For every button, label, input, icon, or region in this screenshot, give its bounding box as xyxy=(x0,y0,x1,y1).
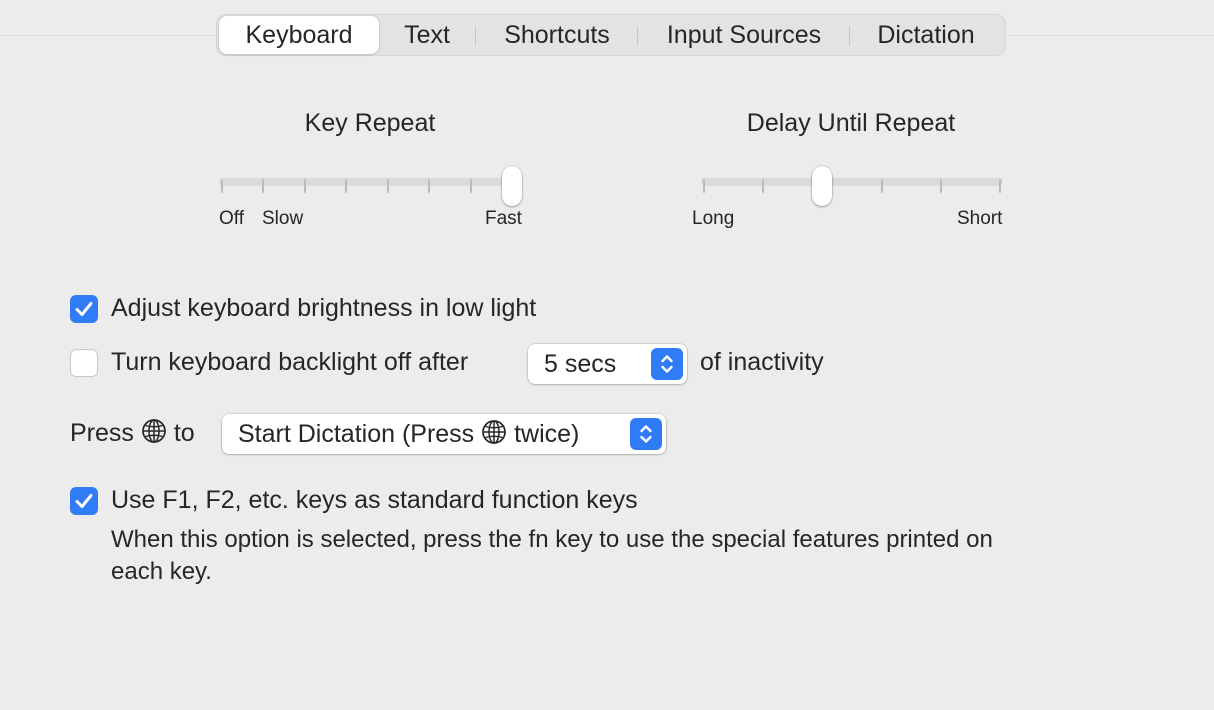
press-middle: to xyxy=(173,419,195,447)
backlight-timeout-popup[interactable]: 5 secs xyxy=(528,344,687,384)
globe-action-text-after: twice) xyxy=(514,420,580,448)
delay-until-repeat-tick xyxy=(939,179,942,193)
inactivity-suffix: of inactivity xyxy=(700,348,824,376)
tab-divider xyxy=(849,26,850,46)
tab-divider xyxy=(637,26,638,46)
function-keys-label[interactable]: Use F1, F2, etc. keys as standard functi… xyxy=(111,486,638,515)
delay-until-repeat-title: Delay Until Repeat xyxy=(746,109,956,137)
key-repeat-tick xyxy=(386,179,389,193)
delay-until-repeat-tick xyxy=(703,179,705,193)
tab-input-sources[interactable]: Input Sources xyxy=(639,15,849,55)
function-keys-description-line2: each key. xyxy=(111,558,212,585)
adjust-brightness-checkbox[interactable] xyxy=(70,295,98,323)
key-repeat-tick xyxy=(345,179,348,193)
adjust-brightness-label[interactable]: Adjust keyboard brightness in low light xyxy=(111,294,536,323)
key-repeat-tick xyxy=(221,179,223,193)
key-repeat-tick xyxy=(469,179,472,193)
key-repeat-fast-label: Fast xyxy=(485,208,522,229)
tab-shortcuts[interactable]: Shortcuts xyxy=(477,15,637,55)
up-down-chevron-icon xyxy=(630,418,662,450)
backlight-off-checkbox[interactable] xyxy=(70,349,98,377)
key-repeat-tick xyxy=(428,179,431,193)
delay-until-repeat-tick xyxy=(762,179,765,193)
key-repeat-off-label: Off xyxy=(219,208,244,229)
function-keys-checkbox[interactable] xyxy=(70,487,98,515)
key-repeat-slow-label: Slow xyxy=(262,208,304,229)
globe-icon xyxy=(142,419,166,443)
delay-short-label: Short xyxy=(957,208,1003,229)
tab-divider xyxy=(475,26,476,46)
tab-text[interactable]: Text xyxy=(381,15,473,55)
delay-until-repeat-tick xyxy=(880,179,883,193)
globe-key-action-value: Start Dictation (Press twice) xyxy=(238,414,579,454)
checkmark-icon xyxy=(75,494,93,508)
up-down-chevron-icon xyxy=(651,348,683,380)
key-repeat-tick xyxy=(303,179,306,193)
checkmark-icon xyxy=(75,302,93,316)
key-repeat-title: Key Repeat xyxy=(304,109,436,137)
function-keys-description-line1: When this option is selected, press the … xyxy=(111,526,993,553)
delay-until-repeat-knob[interactable] xyxy=(812,166,833,206)
press-globe-row: Press to xyxy=(70,418,195,448)
delay-long-label: Long xyxy=(692,208,735,229)
press-prefix: Press xyxy=(70,419,134,447)
tab-bar: Keyboard Text Shortcuts Input Sources Di… xyxy=(216,14,1006,56)
backlight-timeout-value: 5 secs xyxy=(544,350,617,378)
globe-icon xyxy=(482,420,506,444)
tab-keyboard[interactable]: Keyboard xyxy=(219,16,379,54)
globe-key-action-popup[interactable]: Start Dictation (Press twice) xyxy=(222,414,666,454)
backlight-off-label[interactable]: Turn keyboard backlight off after xyxy=(111,348,468,377)
globe-action-text-before: Start Dictation (Press xyxy=(238,420,475,448)
tab-dictation[interactable]: Dictation xyxy=(851,15,1001,55)
delay-until-repeat-tick xyxy=(999,179,1001,193)
key-repeat-knob[interactable] xyxy=(502,166,522,206)
delay-until-repeat-track[interactable] xyxy=(701,178,1003,186)
